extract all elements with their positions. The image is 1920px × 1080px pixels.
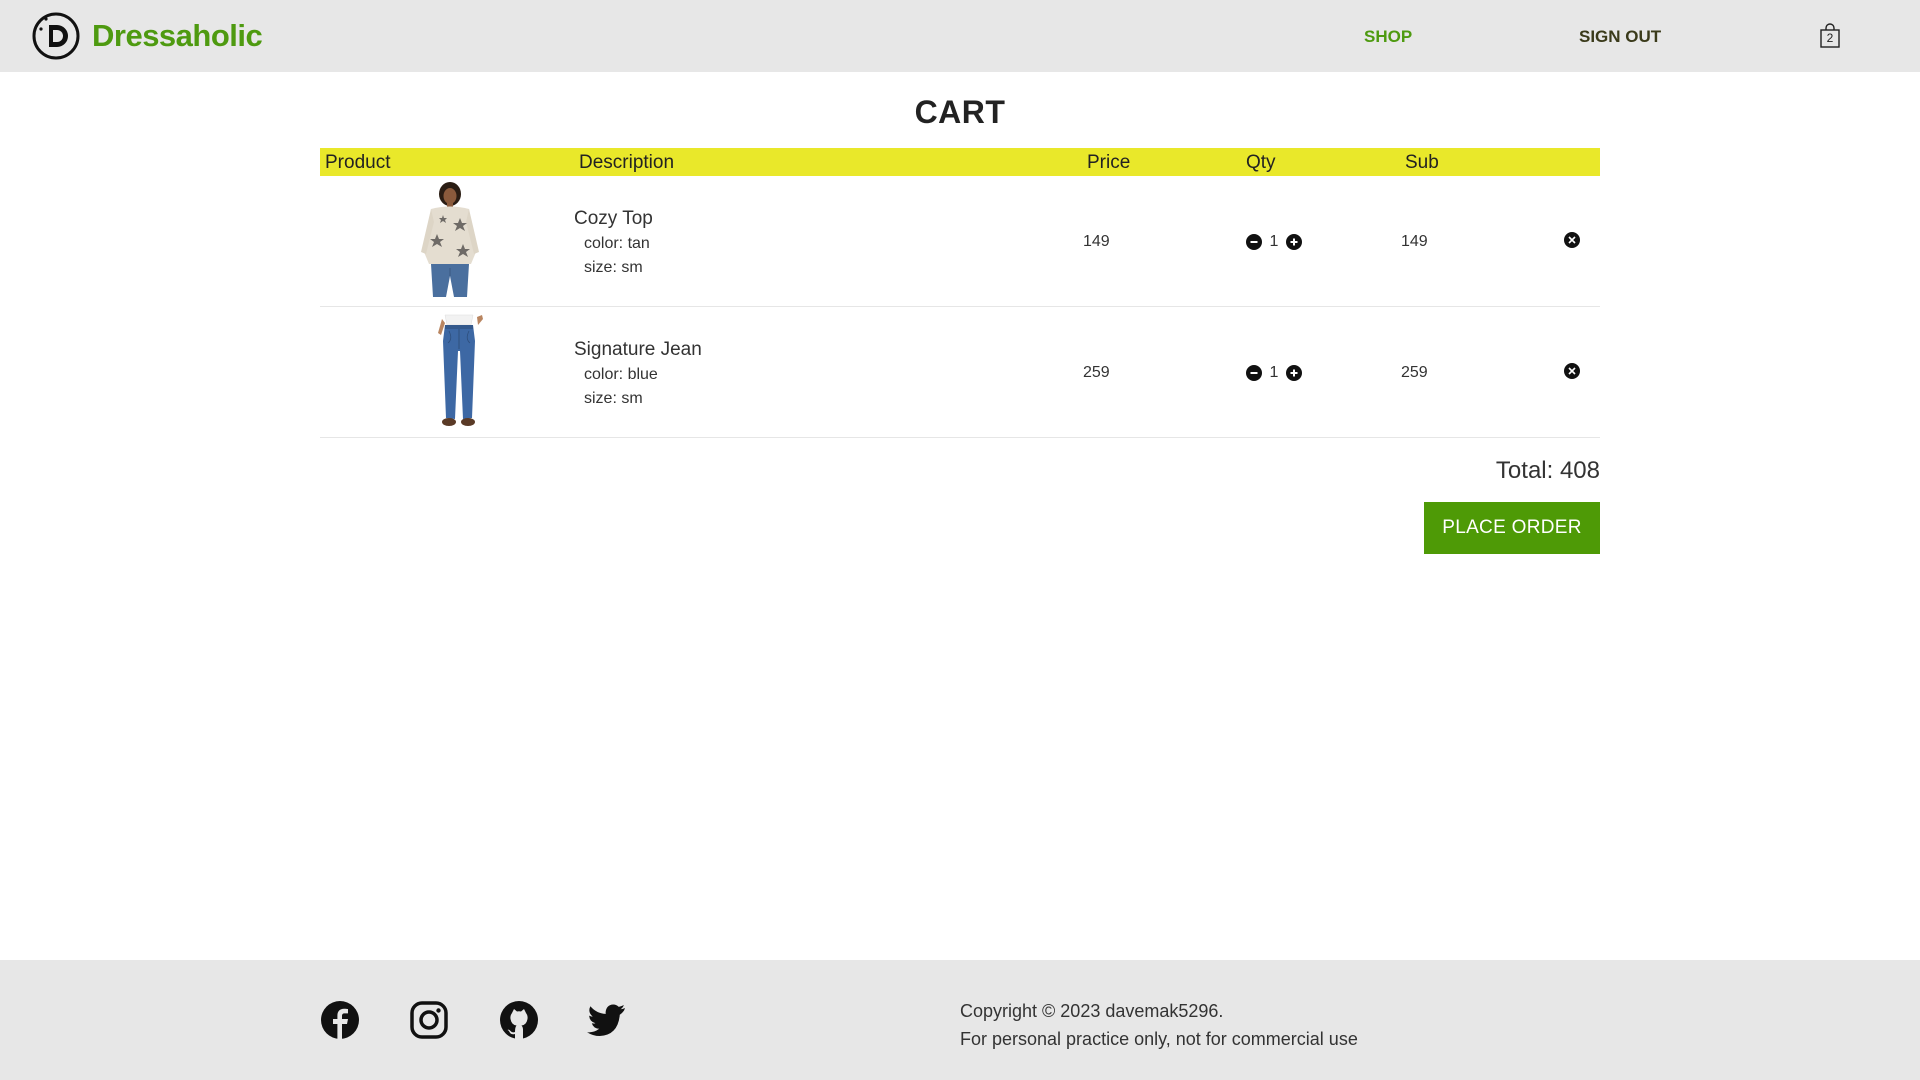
cart-table-header: Product Description Price Qty Sub bbox=[320, 148, 1600, 176]
item-size: size: sm bbox=[584, 390, 643, 407]
product-image bbox=[405, 182, 515, 298]
place-order-button[interactable]: PLACE ORDER bbox=[1424, 502, 1600, 554]
github-icon[interactable] bbox=[499, 1000, 539, 1040]
column-header-qty: Qty bbox=[1246, 152, 1276, 173]
copyright-line: Copyright © 2023 davemak5296. bbox=[960, 1001, 1224, 1021]
twitter-icon[interactable] bbox=[587, 1000, 627, 1040]
page-title: CART bbox=[914, 94, 1006, 130]
column-header-price: Price bbox=[1087, 152, 1131, 173]
cart-count: 2 bbox=[1826, 31, 1834, 45]
item-price: 259 bbox=[1083, 364, 1110, 381]
product-image bbox=[405, 313, 515, 429]
instagram-icon[interactable] bbox=[409, 1000, 449, 1040]
site-footer: Copyright © 2023 davemak5296. For person… bbox=[0, 960, 1920, 1080]
item-color: color: blue bbox=[584, 366, 658, 383]
minus-circle-icon[interactable] bbox=[1246, 234, 1262, 250]
item-name: Signature Jean bbox=[574, 339, 702, 360]
x-circle-icon[interactable] bbox=[1564, 232, 1580, 248]
site-header: Dressaholic SHOP SIGN OUT 2 bbox=[0, 0, 1920, 72]
nav-sign-out-link[interactable]: SIGN OUT bbox=[1579, 27, 1661, 47]
brand-name[interactable]: Dressaholic bbox=[92, 18, 263, 54]
item-color: color: tan bbox=[584, 235, 650, 252]
cart-button[interactable]: 2 bbox=[1818, 23, 1842, 49]
quantity-stepper: 1 bbox=[1246, 232, 1302, 252]
plus-circle-icon[interactable] bbox=[1286, 234, 1302, 250]
copyright-text: Copyright © 2023 davemak5296. For person… bbox=[960, 997, 1358, 1053]
quantity-stepper: 1 bbox=[1246, 363, 1302, 383]
item-size: size: sm bbox=[584, 259, 643, 276]
x-circle-icon[interactable] bbox=[1564, 363, 1580, 379]
cart-item-row: Signature Jean color: blue size: sm 259 … bbox=[320, 308, 1600, 438]
cart-item-row: Cozy Top color: tan size: sm 149 1 149 bbox=[320, 177, 1600, 307]
nav-shop-link[interactable]: SHOP bbox=[1364, 27, 1412, 47]
column-header-product: Product bbox=[325, 152, 391, 173]
cart-total: Total: 408 bbox=[1495, 457, 1600, 484]
facebook-icon[interactable] bbox=[320, 1000, 360, 1040]
quantity-value: 1 bbox=[1269, 233, 1279, 250]
column-header-sub: Sub bbox=[1405, 152, 1439, 173]
plus-circle-icon[interactable] bbox=[1286, 365, 1302, 381]
item-price: 149 bbox=[1083, 233, 1110, 250]
item-subtotal: 259 bbox=[1401, 364, 1428, 381]
item-name: Cozy Top bbox=[574, 208, 653, 229]
logo-icon[interactable] bbox=[31, 11, 81, 61]
quantity-value: 1 bbox=[1269, 364, 1279, 381]
item-subtotal: 149 bbox=[1401, 233, 1428, 250]
disclaimer-line: For personal practice only, not for comm… bbox=[960, 1029, 1358, 1049]
minus-circle-icon[interactable] bbox=[1246, 365, 1262, 381]
column-header-description: Description bbox=[579, 152, 675, 173]
